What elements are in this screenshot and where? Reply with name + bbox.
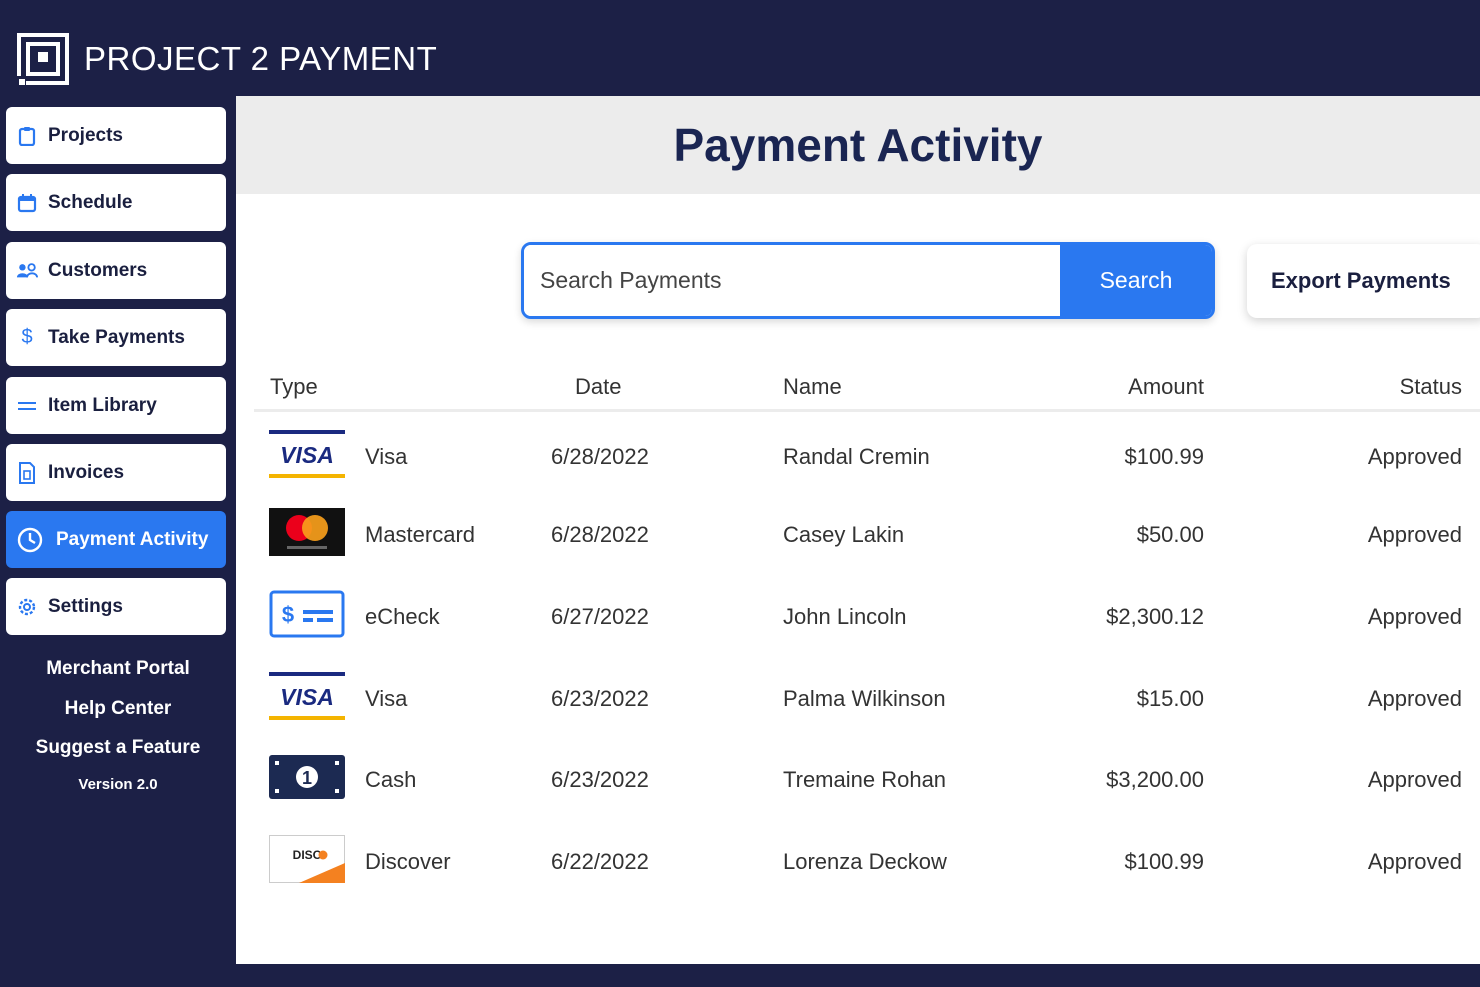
document-icon	[16, 461, 38, 484]
payment-date: 6/23/2022	[551, 686, 649, 711]
search-input[interactable]	[524, 245, 1060, 316]
cash-icon: 1	[269, 755, 345, 799]
main-content: Payment Activity Search Export Payments …	[236, 96, 1480, 964]
table-row[interactable]: VISA Visa 6/28/2022 Randal Cremin $100.9…	[236, 426, 1480, 486]
payment-status: Approved	[1367, 522, 1462, 547]
sidebar-item-label: Take Payments	[48, 326, 185, 348]
payment-amount: $100.99	[1124, 444, 1204, 469]
gear-icon	[16, 596, 38, 618]
sidebar-item-take-payments[interactable]: $ Take Payments	[6, 309, 226, 366]
sidebar-item-invoices[interactable]: Invoices	[6, 444, 226, 501]
payment-type: Cash	[365, 767, 417, 792]
version-label: Version 2.0	[78, 776, 158, 793]
table-row[interactable]: $ eCheck 6/27/2022 John Lincoln $2,300.1…	[236, 586, 1480, 646]
sidebar-item-projects[interactable]: Projects	[6, 107, 226, 164]
sidebar-item-label: Payment Activity	[56, 528, 209, 550]
dollar-icon: $	[21, 326, 33, 348]
sidebar-item-schedule[interactable]: Schedule	[6, 174, 226, 231]
column-header-name[interactable]: Name	[783, 374, 842, 400]
payment-status: Approved	[1367, 444, 1462, 469]
discover-card-icon: DISC	[269, 835, 345, 883]
app-logo-icon	[16, 33, 69, 86]
list-icon	[16, 395, 38, 417]
payment-status: Approved	[1367, 686, 1462, 711]
svg-text:DISC: DISC	[293, 848, 322, 862]
app-title: PROJECT 2 PAYMENT	[84, 40, 438, 77]
column-header-type[interactable]: Type	[270, 374, 318, 400]
sidebar-item-label: Settings	[48, 595, 123, 617]
sidebar-footer: Merchant Portal Help Center Suggest a Fe…	[0, 658, 236, 794]
svg-text:VISA: VISA	[280, 684, 334, 710]
sidebar-item-label: Schedule	[48, 191, 133, 213]
sidebar-item-customers[interactable]: Customers	[6, 242, 226, 299]
payment-amount: $100.99	[1124, 849, 1204, 874]
payment-type: Discover	[365, 849, 451, 874]
payment-date: 6/28/2022	[551, 444, 649, 469]
calendar-icon	[16, 192, 38, 214]
page-title: Payment Activity	[673, 119, 1043, 171]
payment-amount: $3,200.00	[1106, 767, 1204, 792]
title-band: Payment Activity	[236, 96, 1480, 194]
payment-date: 6/27/2022	[551, 604, 649, 629]
suggest-feature-link[interactable]: Suggest a Feature	[0, 737, 236, 759]
column-header-status[interactable]: Status	[1336, 374, 1462, 400]
payment-name: Tremaine Rohan	[783, 767, 947, 792]
merchant-portal-link[interactable]: Merchant Portal	[0, 658, 236, 680]
clock-icon	[16, 526, 44, 554]
column-header-amount[interactable]: Amount	[1076, 374, 1204, 400]
sidebar-item-label: Projects	[48, 124, 123, 146]
payment-date: 6/28/2022	[551, 522, 649, 547]
svg-text:VISA: VISA	[280, 442, 334, 468]
payment-name: Casey Lakin	[783, 522, 905, 547]
payment-type: Visa	[365, 444, 408, 469]
payment-date: 6/23/2022	[551, 767, 649, 792]
table-row[interactable]: 1 Cash 6/23/2022 Tremaine Rohan $3,200.0…	[236, 749, 1480, 809]
payment-name: Lorenza Deckow	[783, 849, 947, 874]
users-icon	[16, 260, 38, 282]
table-header-divider	[254, 409, 1480, 412]
payment-amount: $2,300.12	[1106, 604, 1204, 629]
app-header: PROJECT 2 PAYMENT	[0, 22, 1480, 96]
payment-status: Approved	[1367, 604, 1462, 629]
top-strip	[0, 0, 1480, 22]
payment-amount: $50.00	[1136, 522, 1204, 547]
table-row[interactable]: Mastercard 6/28/2022 Casey Lakin $50.00 …	[236, 504, 1480, 564]
payment-date: 6/22/2022	[551, 849, 649, 874]
search-bar: Search	[521, 242, 1215, 319]
sidebar-item-label: Item Library	[48, 394, 157, 416]
mastercard-icon	[269, 508, 345, 556]
payment-status: Approved	[1367, 849, 1462, 874]
clipboard-icon	[16, 125, 38, 147]
visa-card-icon: VISA	[269, 430, 345, 478]
payment-name: John Lincoln	[783, 604, 907, 629]
sidebar-item-item-library[interactable]: Item Library	[6, 377, 226, 434]
sidebar-item-label: Invoices	[48, 461, 125, 483]
table-row[interactable]: VISA Visa 6/23/2022 Palma Wilkinson $15.…	[236, 668, 1480, 728]
svg-text:$: $	[282, 602, 294, 627]
sidebar-item-settings[interactable]: Settings	[6, 578, 226, 635]
payment-type: eCheck	[365, 604, 440, 629]
payment-name: Palma Wilkinson	[783, 686, 946, 711]
payment-status: Approved	[1367, 767, 1462, 792]
column-header-date[interactable]: Date	[575, 374, 621, 400]
payment-type: Visa	[365, 686, 408, 711]
help-center-link[interactable]: Help Center	[0, 698, 236, 720]
search-button[interactable]: Search	[1060, 245, 1212, 316]
echeck-icon: $	[269, 590, 345, 638]
table-row[interactable]: DISC Discover 6/22/2022 Lorenza Deckow $…	[236, 831, 1480, 891]
svg-text:1: 1	[302, 768, 312, 788]
sidebar-item-label: Customers	[48, 259, 148, 281]
sidebar: Projects Schedule Customers $ Take Payme…	[0, 96, 236, 964]
payment-type: Mastercard	[365, 522, 476, 547]
export-payments-button[interactable]: Export Payments	[1247, 244, 1480, 318]
sidebar-item-payment-activity[interactable]: Payment Activity	[6, 511, 226, 568]
visa-card-icon: VISA	[269, 672, 345, 720]
payment-amount: $15.00	[1136, 686, 1204, 711]
payment-name: Randal Cremin	[783, 444, 930, 469]
